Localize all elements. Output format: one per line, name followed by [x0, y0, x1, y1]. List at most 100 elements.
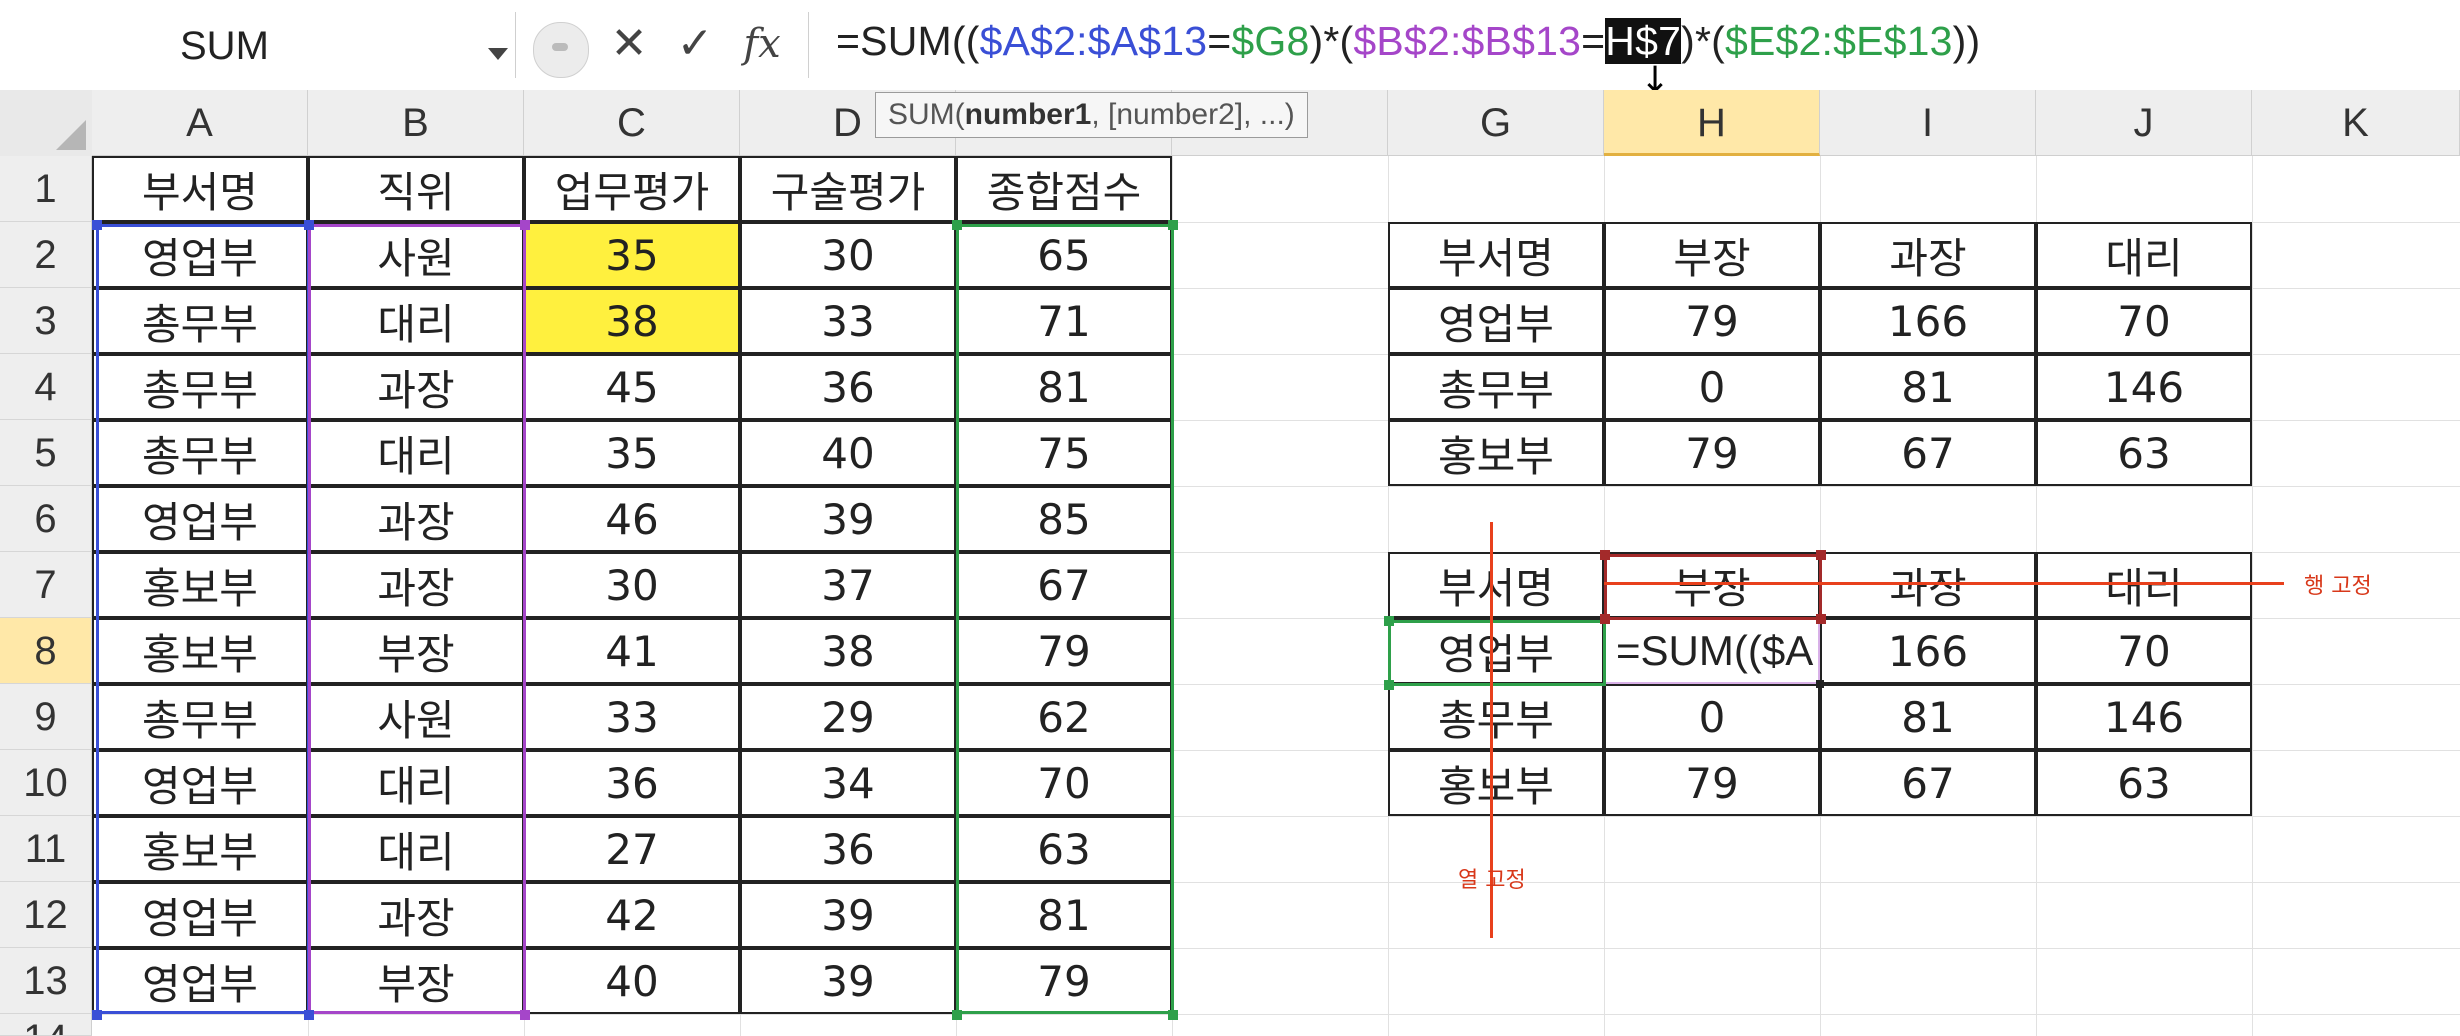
cell-oral-eval[interactable]: 40 [740, 420, 956, 486]
row-header-14[interactable]: 14 [0, 1014, 92, 1036]
function-tooltip[interactable]: SUM(number1, [number2], ...) [875, 92, 1308, 138]
cell-work-eval[interactable]: 35 [524, 420, 740, 486]
summary-value[interactable]: 81 [1820, 684, 2036, 750]
cell-total-score[interactable]: 81 [956, 354, 1172, 420]
formula-input[interactable]: =SUM(($A$2:$A$13=$G8)*($B$2:$B$13=H$7)*(… [836, 18, 1980, 65]
range-handle[interactable] [520, 220, 530, 230]
summary-value[interactable]: 63 [2036, 420, 2252, 486]
cell-position[interactable]: 대리 [308, 420, 524, 486]
formula-bar-resize-handle[interactable] [533, 22, 589, 78]
cell-dept[interactable]: 홍보부 [92, 618, 308, 684]
row-header-1[interactable]: 1 [0, 156, 92, 222]
summary-value[interactable]: 79 [1604, 288, 1820, 354]
cell-work-eval[interactable]: 40 [524, 948, 740, 1014]
enter-icon[interactable]: ✓ [668, 14, 722, 74]
summary-header[interactable]: 부서명 [1388, 222, 1604, 288]
column-header-h[interactable]: H [1604, 90, 1820, 156]
column-header-k[interactable]: K [2252, 90, 2460, 156]
column-header-j[interactable]: J [2036, 90, 2252, 156]
summary-header[interactable]: 부장 [1604, 552, 1820, 618]
range-handle[interactable] [952, 1010, 962, 1020]
column-header-b[interactable]: B [308, 90, 524, 156]
column-header-c[interactable]: C [524, 90, 740, 156]
range-handle[interactable] [1168, 220, 1178, 230]
row-header-8[interactable]: 8 [0, 618, 92, 684]
cell-total-score[interactable]: 85 [956, 486, 1172, 552]
cell-dept[interactable]: 홍보부 [92, 552, 308, 618]
summary-value[interactable]: 81 [1820, 354, 2036, 420]
cell-dept[interactable]: 영업부 [92, 486, 308, 552]
summary-value[interactable]: 79 [1604, 750, 1820, 816]
summary-header[interactable]: 대리 [2036, 552, 2252, 618]
cell-dept[interactable]: 영업부 [92, 948, 308, 1014]
summary-header[interactable]: 부서명 [1388, 552, 1604, 618]
cell-oral-eval[interactable]: 39 [740, 486, 956, 552]
summary-value[interactable]: 146 [2036, 354, 2252, 420]
cell-total-score[interactable]: 67 [956, 552, 1172, 618]
editing-cell-h8[interactable]: =SUM(($A [1604, 618, 1820, 684]
row-header-4[interactable]: 4 [0, 354, 92, 420]
cell-total-score[interactable]: 75 [956, 420, 1172, 486]
range-handle[interactable] [1384, 680, 1394, 690]
cell-dept[interactable]: 총무부 [92, 420, 308, 486]
cell-work-eval[interactable]: 46 [524, 486, 740, 552]
summary-dept[interactable]: 총무부 [1388, 354, 1604, 420]
summary-value[interactable]: 166 [1820, 288, 2036, 354]
cell-position[interactable]: 과장 [308, 882, 524, 948]
cell-position[interactable]: 사원 [308, 222, 524, 288]
row-header-3[interactable]: 3 [0, 288, 92, 354]
cell-oral-eval[interactable]: 30 [740, 222, 956, 288]
summary-dept[interactable]: 홍보부 [1388, 420, 1604, 486]
summary-header[interactable]: 부장 [1604, 222, 1820, 288]
cell-position[interactable]: 부장 [308, 618, 524, 684]
summary-header[interactable]: 과장 [1820, 222, 2036, 288]
cell-dept[interactable]: 총무부 [92, 684, 308, 750]
cancel-icon[interactable]: ✕ [602, 14, 656, 74]
cell-work-eval[interactable]: 33 [524, 684, 740, 750]
cell-oral-eval[interactable]: 39 [740, 948, 956, 1014]
row-header-6[interactable]: 6 [0, 486, 92, 552]
summary-value[interactable]: 70 [2036, 288, 2252, 354]
summary-value[interactable]: 79 [1604, 420, 1820, 486]
cell-oral-eval[interactable]: 36 [740, 354, 956, 420]
cell-dept[interactable]: 총무부 [92, 288, 308, 354]
header-oral-eval[interactable]: 구술평가 [740, 156, 956, 222]
cell-position[interactable]: 과장 [308, 552, 524, 618]
range-handle[interactable] [520, 1010, 530, 1020]
row-header-7[interactable]: 7 [0, 552, 92, 618]
summary-header[interactable]: 과장 [1820, 552, 2036, 618]
range-handle[interactable] [952, 220, 962, 230]
row-header-10[interactable]: 10 [0, 750, 92, 816]
cell-dept[interactable]: 총무부 [92, 354, 308, 420]
cell-oral-eval[interactable]: 36 [740, 816, 956, 882]
cell-dept[interactable]: 영업부 [92, 222, 308, 288]
cell-position[interactable]: 과장 [308, 354, 524, 420]
row-header-2[interactable]: 2 [0, 222, 92, 288]
row-header-9[interactable]: 9 [0, 684, 92, 750]
summary-dept[interactable]: 영업부 [1388, 618, 1604, 684]
summary-value[interactable]: 67 [1820, 420, 2036, 486]
header-total-score[interactable]: 종합점수 [956, 156, 1172, 222]
name-box-dropdown-icon[interactable] [488, 48, 508, 60]
row-header-13[interactable]: 13 [0, 948, 92, 1014]
summary-value[interactable]: 146 [2036, 684, 2252, 750]
row-header-12[interactable]: 12 [0, 882, 92, 948]
cell-work-eval[interactable]: 30 [524, 552, 740, 618]
cell-position[interactable]: 대리 [308, 288, 524, 354]
summary-value[interactable]: 63 [2036, 750, 2252, 816]
cell-dept[interactable]: 영업부 [92, 750, 308, 816]
range-handle[interactable] [1600, 550, 1610, 560]
range-handle[interactable] [1384, 616, 1394, 626]
header-dept[interactable]: 부서명 [92, 156, 308, 222]
summary-dept[interactable]: 홍보부 [1388, 750, 1604, 816]
cell-total-score[interactable]: 79 [956, 618, 1172, 684]
cell-position[interactable]: 부장 [308, 948, 524, 1014]
range-handle[interactable] [304, 1010, 314, 1020]
column-header-a[interactable]: A [92, 90, 308, 156]
cell-work-eval[interactable]: 42 [524, 882, 740, 948]
range-handle[interactable] [1600, 614, 1610, 624]
cell-total-score[interactable]: 62 [956, 684, 1172, 750]
column-header-i[interactable]: I [1820, 90, 2036, 156]
cell-dept[interactable]: 영업부 [92, 882, 308, 948]
summary-dept[interactable]: 총무부 [1388, 684, 1604, 750]
